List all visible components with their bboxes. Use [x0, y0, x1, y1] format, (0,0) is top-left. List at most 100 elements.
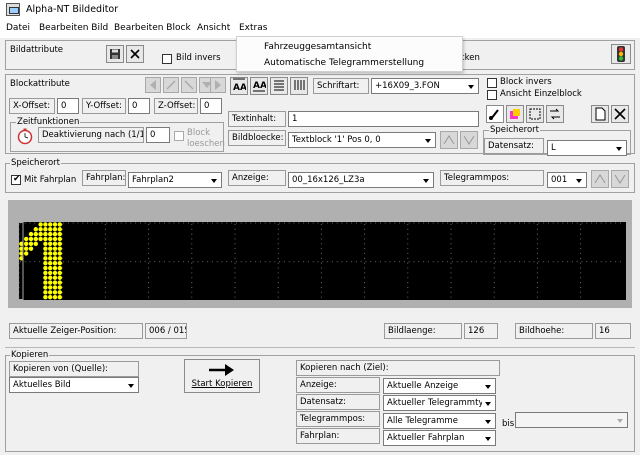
led-pixel-on [48, 294, 53, 300]
speicherort-small-title: Speicherort [489, 125, 541, 135]
block-loeschen-checkbox[interactable] [174, 131, 184, 141]
z-offset-label: Z-Offset: [154, 98, 198, 114]
start-kopieren-button[interactable]: Start Kopieren [184, 359, 260, 393]
led-pixel-on [57, 270, 62, 276]
textinhalt-input[interactable]: 1 [288, 111, 479, 127]
block-down-button[interactable] [460, 131, 478, 149]
menu-item-fahrzeuggesamtansicht[interactable]: Fahrzeuggesamtansicht [237, 39, 462, 55]
led-pixel-on [28, 231, 34, 237]
led-pixel-on [43, 227, 48, 232]
ansicht-einzelblock-checkbox[interactable] [487, 90, 497, 100]
triangle-down-icon [614, 174, 626, 184]
align-columns-button[interactable] [290, 77, 308, 95]
draw-tool-button[interactable] [486, 105, 504, 123]
triangle-down-icon [463, 135, 475, 145]
led-pixel-on [48, 290, 53, 295]
led-pixel-on [57, 222, 62, 227]
led-pixel-on [43, 236, 48, 242]
menu-datei[interactable]: Datei [6, 23, 30, 33]
led-pixel-on [57, 294, 62, 300]
led-pixel-on [52, 261, 58, 266]
telegrammpos-down-button[interactable] [611, 170, 629, 188]
chevron-down-icon [614, 414, 626, 426]
led-pixel-on [43, 261, 48, 266]
fahrplan-select[interactable]: Fahrplan2 [128, 172, 222, 188]
kopieren-von-value: Aktuelles Bild [13, 380, 71, 390]
mit-fahrplan-checkbox[interactable] [11, 174, 21, 185]
arrow-left-button[interactable] [145, 77, 161, 93]
color-tool-button[interactable] [506, 105, 524, 123]
arrow-upleft-button[interactable] [163, 77, 179, 93]
nach-anzeige-select[interactable]: Aktuelle Anzeige [383, 378, 496, 394]
traffic-light-button[interactable] [611, 44, 631, 64]
led-pixel-on [48, 231, 53, 237]
delete-block-button[interactable] [611, 105, 629, 123]
nach-datensatz-select[interactable]: Aktueller Telegrammtyp [383, 395, 496, 411]
telegrammpos-up-button[interactable] [591, 170, 609, 188]
menu-ansicht[interactable]: Ansicht [197, 23, 230, 33]
new-block-button[interactable] [591, 105, 609, 123]
y-offset-input[interactable]: 0 [128, 98, 150, 114]
telegrammpos-label: Telegrammpos: [440, 170, 544, 186]
zeitfunktionen-title: Zeitfunktionen [16, 117, 81, 127]
chevron-down-icon [420, 174, 432, 186]
chevron-down-icon [208, 174, 220, 186]
menu-extras[interactable]: Extras [239, 23, 267, 33]
led-pixel-on [48, 261, 53, 266]
extras-dropdown-menu: Fahrzeuggesamtansicht Automatische Teleg… [236, 36, 463, 72]
swap-tool-button[interactable] [546, 105, 564, 123]
led-display-canvas[interactable] [18, 222, 626, 300]
led-pixel-on [24, 246, 29, 251]
block-invers-checkbox[interactable] [487, 78, 497, 88]
led-pixel-on [57, 256, 62, 261]
kopieren-von-select[interactable]: Aktuelles Bild [9, 377, 139, 393]
zeiger-position-value: 006 / 015 [145, 323, 187, 339]
schriftart-value: +16X09_3.FON [375, 81, 440, 91]
nach-telegrammpos-label: Telegrammpos: [296, 411, 380, 427]
datensatz-select[interactable]: L [547, 140, 627, 156]
led-pixel-on [48, 222, 53, 227]
menu-bearbeiten-block[interactable]: Bearbeiten Block [114, 23, 191, 33]
select-tool-button[interactable] [526, 105, 544, 123]
bild-invers-checkbox[interactable] [162, 54, 172, 64]
led-pixel-on [33, 227, 38, 232]
close-icon [614, 108, 626, 120]
x-offset-input[interactable]: 0 [57, 98, 79, 114]
menu-item-automatische-telegrammerstellung[interactable]: Automatische Telegrammerstellung [237, 55, 462, 71]
nach-telegrammpos-select[interactable]: Alle Telegramme [383, 413, 496, 429]
telegrammpos-select[interactable]: 001 [547, 172, 587, 188]
schriftart-select[interactable]: +16X09_3.FON [371, 78, 479, 94]
bis-select[interactable] [515, 412, 628, 428]
align-lines-button[interactable] [270, 77, 288, 95]
bildlaenge-label: Bildlaenge: [384, 323, 462, 339]
chevron-down-icon [482, 397, 494, 409]
arrow-upright-button[interactable] [181, 77, 197, 93]
nach-fahrplan-select[interactable]: Aktueller Fahrplan [383, 430, 496, 446]
blockattribute-title: Blockattribute [10, 79, 70, 89]
save-button[interactable] [106, 45, 124, 63]
align-top-button[interactable]: AA [230, 77, 248, 95]
led-pixel-on [43, 265, 48, 271]
block-up-button[interactable] [440, 131, 458, 149]
arrow-right-button[interactable] [210, 77, 226, 93]
led-pixel-on [52, 231, 58, 237]
led-pixel-on [28, 236, 34, 242]
align-bottom-button[interactable]: AA [250, 77, 268, 95]
close-image-button[interactable] [126, 45, 144, 63]
nach-telegrammpos-value: Alle Telegramme [387, 416, 458, 426]
speicherort-title: Speicherort [10, 158, 62, 168]
led-pixel-on [57, 236, 62, 242]
chevron-down-icon [482, 380, 494, 392]
menu-bearbeiten-bild[interactable]: Bearbeiten Bild [39, 23, 108, 33]
deaktivierung-input[interactable]: 0 [146, 127, 170, 143]
led-pixel-on [43, 270, 48, 276]
z-offset-input[interactable]: 0 [200, 98, 222, 114]
anzeige-select[interactable]: 00_16x126_LZ3a [288, 172, 434, 188]
nach-anzeige-label: Anzeige: [296, 377, 380, 393]
bildbloecke-select[interactable]: Textblock '1' Pos 0, 0 [288, 132, 436, 148]
fahrplan-label: Fahrplan: [82, 170, 126, 186]
led-pixel-on [52, 285, 58, 290]
led-pixel-on [48, 270, 53, 276]
bildattribute-title: Bildattribute [10, 45, 64, 55]
led-pixel-on [52, 265, 58, 271]
